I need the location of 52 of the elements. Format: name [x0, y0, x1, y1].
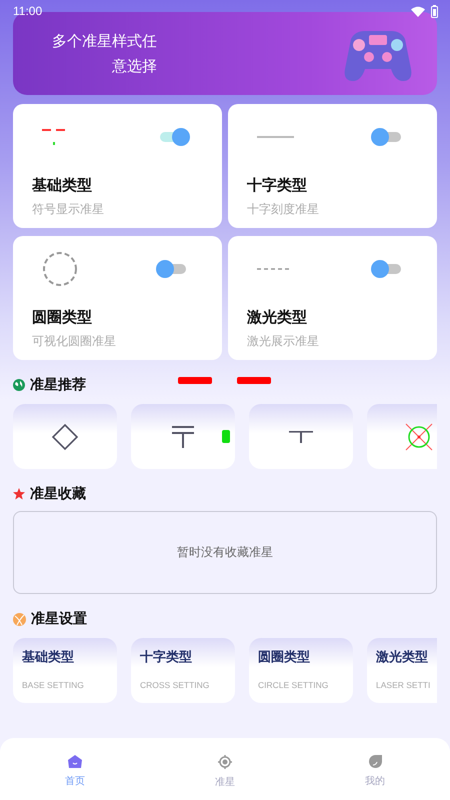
- signal-mark: [222, 430, 230, 443]
- setting-tile[interactable]: 十字类型 CROSS SETTING: [131, 638, 235, 703]
- setting-subtitle: LASER SETTI: [376, 680, 430, 690]
- wifi-icon: [411, 6, 425, 16]
- diamond-icon: [51, 422, 79, 450]
- card-subtitle: 十字刻度准星: [247, 201, 320, 218]
- crosshair-type-card[interactable]: 激光类型 激光展示准星: [228, 236, 437, 360]
- setting-title: 激光类型: [376, 649, 428, 666]
- setting-tile[interactable]: 基础类型 BASE SETTING: [13, 638, 117, 703]
- section-title: 准星推荐: [30, 376, 86, 394]
- banner-title: 多个准星样式任意选择: [51, 30, 157, 76]
- crosshair-tile[interactable]: [249, 404, 353, 469]
- dashed-line-icon: [257, 268, 291, 270]
- setting-subtitle: BASE SETTING: [22, 680, 84, 690]
- card-title: 圆圈类型: [32, 308, 93, 327]
- card-subtitle: 激光展示准星: [247, 333, 320, 350]
- card-subtitle: 可视化圆圈准星: [32, 333, 117, 350]
- star-icon: [13, 488, 25, 500]
- double-t-icon: [172, 426, 194, 448]
- card-title: 激光类型: [247, 308, 308, 327]
- crosshair-type-card[interactable]: 十字类型 十字刻度准星: [228, 104, 437, 228]
- setting-subtitle: CROSS SETTING: [140, 680, 210, 690]
- setting-tile[interactable]: 圆圈类型 CIRCLE SETTING: [249, 638, 353, 703]
- globe-icon: [13, 379, 25, 391]
- card-title: 十字类型: [247, 176, 308, 195]
- home-icon: [68, 755, 82, 768]
- setting-subtitle: CIRCLE SETTING: [258, 680, 328, 690]
- empty-message: 暂时没有收藏准星: [177, 544, 273, 561]
- card-subtitle: 符号显示准星: [32, 201, 105, 218]
- crosshair-icon: [218, 755, 232, 769]
- dash-crosshair-icon: [42, 129, 66, 145]
- crosshair-tile[interactable]: [13, 404, 117, 469]
- setting-title: 十字类型: [140, 648, 192, 666]
- crosshair-tile[interactable]: [131, 404, 235, 469]
- profile-icon: [368, 755, 382, 768]
- section-title: 准星设置: [31, 610, 87, 628]
- crosshair-type-card[interactable]: 圆圈类型 可视化圆圈准星: [13, 236, 222, 360]
- dash-mark: [237, 377, 271, 384]
- t-crosshair-icon: [289, 430, 313, 442]
- setting-tile[interactable]: 激光类型 LASER SETTI: [367, 638, 437, 703]
- dashed-circle-icon: [42, 251, 78, 287]
- battery-icon: [431, 4, 438, 18]
- section-title: 准星收藏: [30, 485, 86, 503]
- status-time: 11:00: [13, 4, 42, 18]
- setting-title: 圆圈类型: [258, 649, 310, 666]
- setting-title: 基础类型: [22, 649, 74, 666]
- dash-mark: [178, 377, 212, 384]
- line-icon: [257, 136, 294, 138]
- ball-icon: [13, 612, 26, 626]
- card-title: 基础类型: [32, 176, 93, 195]
- crosshair-type-card[interactable]: 基础类型 符号显示准星: [13, 104, 222, 228]
- circle-crosshair-icon: [404, 422, 434, 452]
